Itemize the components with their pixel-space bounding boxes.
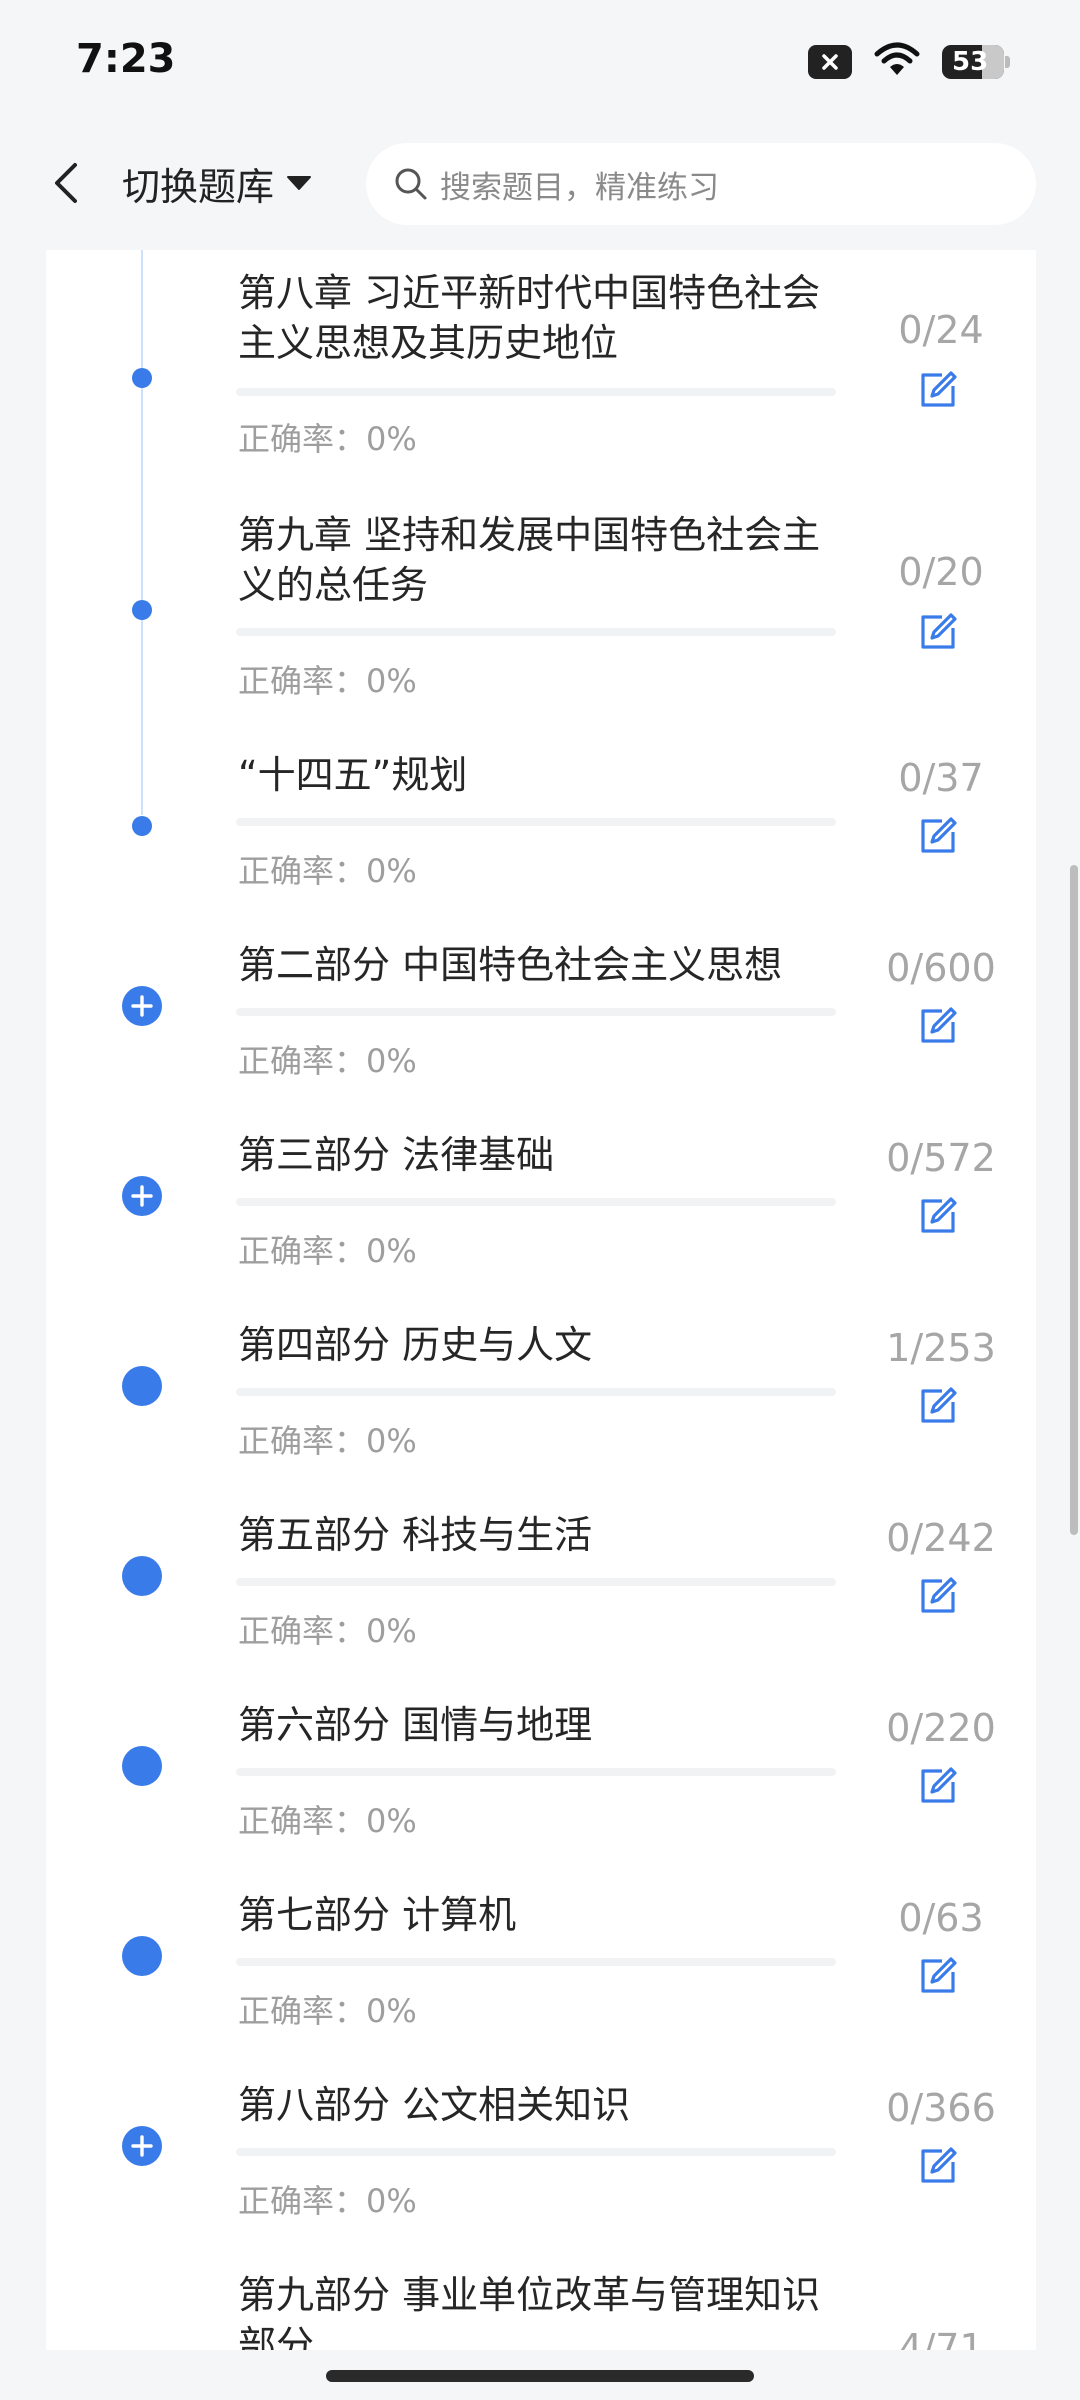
expand-plus-icon[interactable] [122, 2126, 162, 2166]
list-item[interactable]: 第九部分 事业单位改革与管理知识部分 4/71 [46, 2270, 1036, 2350]
accuracy-text: 正确率：0% [238, 1042, 417, 1080]
item-count: 0/24 [898, 308, 984, 352]
item-count: 0/220 [886, 1706, 996, 1750]
item-count: 0/600 [886, 946, 996, 990]
search-placeholder: 搜索题目，精准练习 [440, 169, 719, 206]
progress-bar [236, 1198, 836, 1206]
list-item[interactable]: 第七部分 计算机 正确率：0% 0/63 [46, 1890, 1036, 2080]
item-title: 第九章 坚持和发展中国特色社会主义的总任务 [238, 513, 821, 607]
list-item[interactable]: 第九章 坚持和发展中国特色社会主义的总任务 正确率：0% 0/20 [46, 510, 1036, 750]
timeline-node [122, 1746, 162, 1786]
timeline-node [132, 368, 152, 388]
notification-close-icon [808, 45, 852, 79]
status-time: 7:23 [76, 36, 176, 82]
item-title: 第四部分 历史与人文 [238, 1323, 593, 1367]
list-item[interactable]: “十四五”规划 正确率：0% 0/37 [46, 750, 1036, 940]
caret-down-icon [287, 176, 312, 190]
edit-icon[interactable] [914, 1572, 962, 1620]
back-button[interactable] [36, 153, 96, 213]
item-title: 第五部分 科技与生活 [238, 1513, 593, 1557]
list-item[interactable]: 第六部分 国情与地理 正确率：0% 0/220 [46, 1700, 1036, 1890]
accuracy-text: 正确率：0% [238, 852, 417, 890]
timeline-node [132, 816, 152, 836]
list-item[interactable]: 第四部分 历史与人文 正确率：0% 1/253 [46, 1320, 1036, 1510]
battery-level: 53 [952, 47, 989, 77]
progress-bar [236, 1388, 836, 1396]
edit-icon[interactable] [914, 1002, 962, 1050]
timeline-node [122, 1556, 162, 1596]
item-title: 第三部分 法律基础 [238, 1133, 555, 1177]
status-bar: 7:23 53 [0, 0, 1080, 125]
item-title: 第九部分 事业单位改革与管理知识部分 [238, 2273, 821, 2350]
item-count: 0/20 [898, 550, 984, 594]
edit-icon[interactable] [914, 1192, 962, 1240]
search-input[interactable]: 搜索题目，精准练习 [366, 143, 1036, 225]
home-indicator[interactable] [326, 2370, 754, 2382]
chapter-list: 第八章 习近平新时代中国特色社会主义思想及其历史地位 正确率：0% 0/24 第… [46, 250, 1036, 2350]
accuracy-text: 正确率：0% [238, 2182, 417, 2220]
progress-bar [236, 2148, 836, 2156]
accuracy-text: 正确率：0% [238, 1612, 417, 1650]
battery-icon: 53 [942, 45, 1010, 79]
list-item[interactable]: 第八部分 公文相关知识 正确率：0% 0/366 [46, 2080, 1036, 2270]
item-count: 0/242 [886, 1516, 996, 1560]
progress-bar [236, 1008, 836, 1016]
item-count: 0/37 [898, 756, 984, 800]
item-count: 4/71 [898, 2326, 984, 2350]
list-item[interactable]: 第二部分 中国特色社会主义思想 正确率：0% 0/600 [46, 940, 1036, 1130]
edit-icon[interactable] [914, 366, 962, 414]
item-title: 第八部分 公文相关知识 [238, 2083, 631, 2127]
item-title: 第七部分 计算机 [238, 1893, 517, 1937]
item-count: 0/366 [886, 2086, 996, 2130]
progress-bar [236, 388, 836, 396]
edit-icon[interactable] [914, 1952, 962, 2000]
item-title: 第八章 习近平新时代中国特色社会主义思想及其历史地位 [238, 271, 821, 365]
progress-bar [236, 818, 836, 826]
list-item[interactable]: 第三部分 法律基础 正确率：0% 0/572 [46, 1130, 1036, 1320]
chevron-left-icon [55, 163, 77, 203]
progress-bar [236, 1958, 836, 1966]
accuracy-text: 正确率：0% [238, 1992, 417, 2030]
list-item[interactable]: 第八章 习近平新时代中国特色社会主义思想及其历史地位 正确率：0% 0/24 [46, 268, 1036, 508]
header: 切换题库 搜索题目，精准练习 [0, 125, 1080, 250]
item-title: 第二部分 中国特色社会主义思想 [238, 943, 783, 987]
edit-icon[interactable] [914, 2142, 962, 2190]
progress-bar [236, 1768, 836, 1776]
accuracy-text: 正确率：0% [238, 1232, 417, 1270]
item-count: 1/253 [886, 1326, 996, 1370]
accuracy-text: 正确率：0% [238, 420, 417, 458]
timeline-node [122, 1366, 162, 1406]
timeline-node [132, 600, 152, 620]
list-item[interactable]: 第五部分 科技与生活 正确率：0% 0/242 [46, 1510, 1036, 1700]
progress-bar [236, 628, 836, 636]
switch-bank-label: 切换题库 [122, 164, 275, 209]
expand-plus-icon[interactable] [122, 986, 162, 1026]
edit-icon[interactable] [914, 1382, 962, 1430]
scrollbar[interactable] [1070, 865, 1078, 1535]
item-title: 第六部分 国情与地理 [238, 1703, 593, 1747]
accuracy-text: 正确率：0% [238, 1802, 417, 1840]
item-title: “十四五”规划 [238, 753, 468, 797]
expand-plus-icon[interactable] [122, 1176, 162, 1216]
edit-icon[interactable] [914, 608, 962, 656]
item-count: 0/572 [886, 1136, 996, 1180]
status-icons: 53 [808, 42, 1010, 82]
wifi-icon [874, 42, 920, 82]
progress-bar [236, 1578, 836, 1586]
edit-icon[interactable] [914, 812, 962, 860]
item-count: 0/63 [898, 1896, 984, 1940]
switch-bank-button[interactable]: 切换题库 [122, 155, 312, 211]
edit-icon[interactable] [914, 1762, 962, 1810]
accuracy-text: 正确率：0% [238, 662, 417, 700]
timeline-node [122, 1936, 162, 1976]
search-icon [395, 168, 427, 200]
accuracy-text: 正确率：0% [238, 1422, 417, 1460]
